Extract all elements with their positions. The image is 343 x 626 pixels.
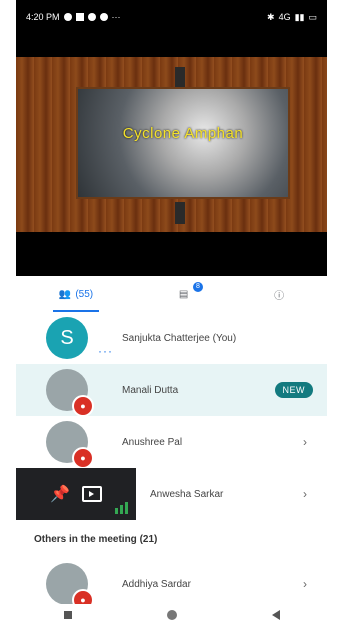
- tab-people-count: (55): [75, 288, 94, 300]
- avatar: ●: [46, 563, 94, 611]
- avatar-initial: S: [60, 326, 74, 349]
- more-options-icon[interactable]: ···: [98, 344, 113, 358]
- tab-people[interactable]: 👥 (55): [52, 276, 100, 312]
- app-icon: [87, 13, 96, 21]
- participant-row[interactable]: S ··· Sanjukta Chatterjee (You): [16, 312, 327, 364]
- participant-name: Anwesha Sarkar: [150, 488, 224, 500]
- slide-stand-bottom: [175, 202, 185, 224]
- presentation-slide[interactable]: Cyclone Amphan: [16, 57, 327, 232]
- chevron-right-icon[interactable]: ›: [303, 577, 307, 591]
- slide-image: Cyclone Amphan: [76, 87, 290, 199]
- notification-icon: [63, 13, 72, 21]
- tab-chat[interactable]: ▤ 8: [178, 276, 203, 312]
- chevron-right-icon[interactable]: ›: [303, 487, 307, 501]
- android-nav-bar: [16, 604, 327, 626]
- participant-name: Manali Dutta: [122, 384, 179, 396]
- network-label: 4G: [278, 12, 291, 22]
- participant-row[interactable]: 📌 Anwesha Sarkar ›: [16, 468, 327, 520]
- screen-share-icon: [81, 486, 102, 502]
- mic-off-icon: ●: [72, 395, 94, 417]
- tab-info[interactable]: ⓘ: [274, 276, 284, 312]
- message-icon: [75, 13, 84, 21]
- status-time: 4:20 PM: [26, 12, 60, 22]
- participant-list: S ··· Sanjukta Chatterjee (You) ● Manali…: [16, 312, 327, 611]
- avatar: S: [46, 317, 88, 359]
- participant-name: Addhiya Sardar: [122, 578, 191, 590]
- chat-icon: ▤: [178, 288, 189, 300]
- avatar: ●: [46, 421, 94, 469]
- participant-row[interactable]: ● Addhiya Sardar ›: [16, 558, 327, 611]
- mic-off-icon: ●: [72, 447, 94, 469]
- new-badge: NEW: [274, 382, 313, 398]
- slide-title: Cyclone Amphan: [122, 125, 244, 142]
- participant-name: Sanjukta Chatterjee (You): [122, 332, 237, 344]
- info-icon: ⓘ: [274, 290, 285, 302]
- tabs-bar: 👥 (55) ▤ 8 ⓘ: [16, 276, 327, 313]
- battery-icon: ▭: [308, 11, 317, 22]
- participant-row[interactable]: ● Manali Dutta NEW: [16, 364, 327, 417]
- bluetooth-icon: ✱: [267, 11, 275, 22]
- participant-row[interactable]: ● Anushree Pal ›: [16, 416, 327, 469]
- others-section-header: Others in the meeting (21): [16, 520, 327, 558]
- more-notifications-icon: ···: [111, 12, 121, 22]
- presenting-thumbnail: 📌: [16, 468, 136, 520]
- people-icon: 👥: [58, 288, 72, 300]
- home-button[interactable]: [166, 610, 177, 620]
- app-icon-2: [99, 13, 108, 21]
- chevron-right-icon[interactable]: ›: [303, 435, 307, 449]
- status-bar: 4:20 PM ··· ✱ 4G ▮▮ ▭: [16, 0, 327, 34]
- recent-apps-button[interactable]: [63, 611, 72, 619]
- chat-badge: 8: [192, 282, 203, 292]
- participant-name: Anushree Pal: [122, 436, 183, 448]
- audio-level-icon: [115, 502, 128, 514]
- signal-icon: ▮▮: [294, 11, 305, 22]
- pin-icon: 📌: [50, 486, 70, 503]
- avatar: ●: [46, 369, 94, 417]
- back-button[interactable]: [271, 610, 280, 620]
